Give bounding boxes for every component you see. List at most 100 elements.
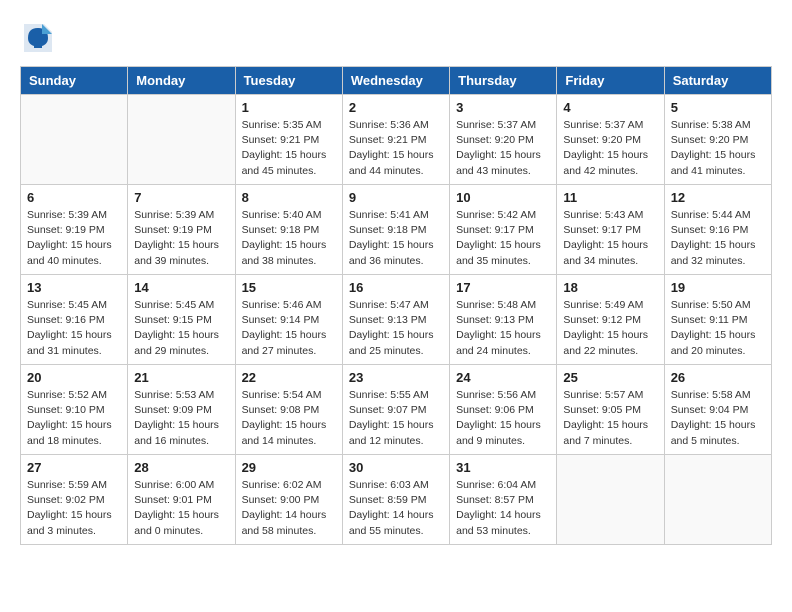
day-number: 27	[27, 460, 121, 475]
day-number: 21	[134, 370, 228, 385]
day-number: 24	[456, 370, 550, 385]
day-cell	[557, 455, 664, 545]
week-row-2: 6 Sunrise: 5:39 AM Sunset: 9:19 PM Daylig…	[21, 185, 772, 275]
day-number: 3	[456, 100, 550, 115]
day-number: 4	[563, 100, 657, 115]
day-info: Sunrise: 5:39 AM Sunset: 9:19 PM Dayligh…	[27, 208, 121, 269]
day-number: 18	[563, 280, 657, 295]
day-cell	[128, 95, 235, 185]
day-cell: 16Sunrise: 5:47 AM Sunset: 9:13 PM Dayli…	[342, 275, 449, 365]
day-cell: 8 Sunrise: 5:40 AM Sunset: 9:18 PM Daylig…	[235, 185, 342, 275]
calendar-body: 1 Sunrise: 5:35 AM Sunset: 9:21 PM Daylig…	[21, 95, 772, 545]
day-info: Sunrise: 5:44 AM Sunset: 9:16 PM Dayligh…	[671, 208, 765, 269]
day-info: Sunrise: 6:02 AM Sunset: 9:00 PM Dayligh…	[242, 478, 336, 539]
day-number: 12	[671, 190, 765, 205]
day-number: 26	[671, 370, 765, 385]
day-info: Sunrise: 5:42 AM Sunset: 9:17 PM Dayligh…	[456, 208, 550, 269]
day-info: Sunrise: 5:40 AM Sunset: 9:18 PM Dayligh…	[242, 208, 336, 269]
day-cell: 29Sunrise: 6:02 AM Sunset: 9:00 PM Dayli…	[235, 455, 342, 545]
day-number: 2	[349, 100, 443, 115]
calendar-header: SundayMondayTuesdayWednesdayThursdayFrid…	[21, 67, 772, 95]
header-cell-saturday: Saturday	[664, 67, 771, 95]
day-cell: 11Sunrise: 5:43 AM Sunset: 9:17 PM Dayli…	[557, 185, 664, 275]
day-cell	[664, 455, 771, 545]
week-row-5: 27 Sunrise: 5:59 AM Sunset: 9:02 PM Dayli…	[21, 455, 772, 545]
day-number: 11	[563, 190, 657, 205]
week-row-4: 20Sunrise: 5:52 AM Sunset: 9:10 PM Dayli…	[21, 365, 772, 455]
day-info: Sunrise: 5:45 AM Sunset: 9:16 PM Dayligh…	[27, 298, 121, 359]
day-cell: 27 Sunrise: 5:59 AM Sunset: 9:02 PM Dayli…	[21, 455, 128, 545]
day-info: Sunrise: 5:45 AM Sunset: 9:15 PM Dayligh…	[134, 298, 228, 359]
day-number: 6	[27, 190, 121, 205]
day-cell: 9 Sunrise: 5:41 AM Sunset: 9:18 PM Daylig…	[342, 185, 449, 275]
day-info: Sunrise: 6:03 AM Sunset: 8:59 PM Dayligh…	[349, 478, 443, 539]
day-cell: 12 Sunrise: 5:44 AM Sunset: 9:16 PM Dayli…	[664, 185, 771, 275]
day-info: Sunrise: 5:59 AM Sunset: 9:02 PM Dayligh…	[27, 478, 121, 539]
day-info: Sunrise: 5:58 AM Sunset: 9:04 PM Dayligh…	[671, 388, 765, 449]
calendar-table: SundayMondayTuesdayWednesdayThursdayFrid…	[20, 66, 772, 545]
day-info: Sunrise: 5:36 AM Sunset: 9:21 PM Dayligh…	[349, 118, 443, 179]
day-cell: 20Sunrise: 5:52 AM Sunset: 9:10 PM Dayli…	[21, 365, 128, 455]
day-number: 25	[563, 370, 657, 385]
day-number: 17	[456, 280, 550, 295]
day-number: 10	[456, 190, 550, 205]
day-info: Sunrise: 5:37 AM Sunset: 9:20 PM Dayligh…	[563, 118, 657, 179]
day-info: Sunrise: 5:35 AM Sunset: 9:21 PM Dayligh…	[242, 118, 336, 179]
header-cell-monday: Monday	[128, 67, 235, 95]
day-info: Sunrise: 6:00 AM Sunset: 9:01 PM Dayligh…	[134, 478, 228, 539]
day-cell: 10 Sunrise: 5:42 AM Sunset: 9:17 PM Dayli…	[450, 185, 557, 275]
header-cell-friday: Friday	[557, 67, 664, 95]
day-info: Sunrise: 5:39 AM Sunset: 9:19 PM Dayligh…	[134, 208, 228, 269]
day-number: 28	[134, 460, 228, 475]
logo-icon	[20, 20, 56, 56]
day-info: Sunrise: 5:49 AM Sunset: 9:12 PM Dayligh…	[563, 298, 657, 359]
day-cell: 2 Sunrise: 5:36 AM Sunset: 9:21 PM Daylig…	[342, 95, 449, 185]
day-cell: 4 Sunrise: 5:37 AM Sunset: 9:20 PM Daylig…	[557, 95, 664, 185]
day-number: 16	[349, 280, 443, 295]
day-number: 7	[134, 190, 228, 205]
day-number: 1	[242, 100, 336, 115]
day-cell: 24Sunrise: 5:56 AM Sunset: 9:06 PM Dayli…	[450, 365, 557, 455]
day-number: 5	[671, 100, 765, 115]
day-info: Sunrise: 5:55 AM Sunset: 9:07 PM Dayligh…	[349, 388, 443, 449]
day-cell: 7 Sunrise: 5:39 AM Sunset: 9:19 PM Daylig…	[128, 185, 235, 275]
day-number: 23	[349, 370, 443, 385]
day-cell: 1 Sunrise: 5:35 AM Sunset: 9:21 PM Daylig…	[235, 95, 342, 185]
day-cell: 26 Sunrise: 5:58 AM Sunset: 9:04 PM Dayli…	[664, 365, 771, 455]
day-info: Sunrise: 5:50 AM Sunset: 9:11 PM Dayligh…	[671, 298, 765, 359]
day-number: 8	[242, 190, 336, 205]
day-number: 22	[242, 370, 336, 385]
day-cell: 25 Sunrise: 5:57 AM Sunset: 9:05 PM Dayli…	[557, 365, 664, 455]
day-cell: 23 Sunrise: 5:55 AM Sunset: 9:07 PM Dayli…	[342, 365, 449, 455]
day-info: Sunrise: 5:54 AM Sunset: 9:08 PM Dayligh…	[242, 388, 336, 449]
day-info: Sunrise: 5:41 AM Sunset: 9:18 PM Dayligh…	[349, 208, 443, 269]
header-cell-wednesday: Wednesday	[342, 67, 449, 95]
header-cell-thursday: Thursday	[450, 67, 557, 95]
day-cell: 22 Sunrise: 5:54 AM Sunset: 9:08 PM Dayli…	[235, 365, 342, 455]
day-number: 31	[456, 460, 550, 475]
day-cell: 21 Sunrise: 5:53 AM Sunset: 9:09 PM Dayli…	[128, 365, 235, 455]
day-info: Sunrise: 5:53 AM Sunset: 9:09 PM Dayligh…	[134, 388, 228, 449]
day-info: Sunrise: 6:04 AM Sunset: 8:57 PM Dayligh…	[456, 478, 550, 539]
day-cell: 5 Sunrise: 5:38 AM Sunset: 9:20 PM Daylig…	[664, 95, 771, 185]
day-info: Sunrise: 5:46 AM Sunset: 9:14 PM Dayligh…	[242, 298, 336, 359]
day-info: Sunrise: 5:57 AM Sunset: 9:05 PM Dayligh…	[563, 388, 657, 449]
day-info: Sunrise: 5:37 AM Sunset: 9:20 PM Dayligh…	[456, 118, 550, 179]
day-number: 19	[671, 280, 765, 295]
day-cell: 3 Sunrise: 5:37 AM Sunset: 9:20 PM Daylig…	[450, 95, 557, 185]
day-cell: 28 Sunrise: 6:00 AM Sunset: 9:01 PM Dayli…	[128, 455, 235, 545]
day-number: 9	[349, 190, 443, 205]
day-number: 13	[27, 280, 121, 295]
header-cell-sunday: Sunday	[21, 67, 128, 95]
week-row-1: 1 Sunrise: 5:35 AM Sunset: 9:21 PM Daylig…	[21, 95, 772, 185]
day-number: 14	[134, 280, 228, 295]
header-row: SundayMondayTuesdayWednesdayThursdayFrid…	[21, 67, 772, 95]
day-cell: 19 Sunrise: 5:50 AM Sunset: 9:11 PM Dayli…	[664, 275, 771, 365]
day-info: Sunrise: 5:38 AM Sunset: 9:20 PM Dayligh…	[671, 118, 765, 179]
header-cell-tuesday: Tuesday	[235, 67, 342, 95]
week-row-3: 13 Sunrise: 5:45 AM Sunset: 9:16 PM Dayli…	[21, 275, 772, 365]
page-header	[20, 20, 772, 56]
day-cell: 30Sunrise: 6:03 AM Sunset: 8:59 PM Dayli…	[342, 455, 449, 545]
day-number: 15	[242, 280, 336, 295]
day-cell: 17Sunrise: 5:48 AM Sunset: 9:13 PM Dayli…	[450, 275, 557, 365]
